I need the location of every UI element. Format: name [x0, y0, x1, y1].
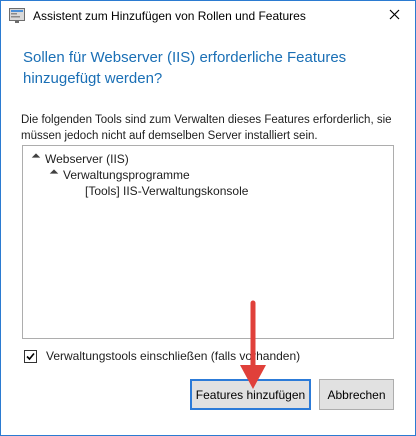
checkmark-icon	[26, 352, 35, 360]
tree-item-label: Verwaltungsprogramme	[63, 168, 190, 182]
dialog-window: Assistent zum Hinzufügen von Rollen und …	[0, 0, 416, 436]
features-tree[interactable]: Webserver (IIS) Verwaltungsprogramme [To…	[22, 145, 394, 339]
title-bar: Assistent zum Hinzufügen von Rollen und …	[1, 1, 415, 31]
expanded-triangle-icon[interactable]	[49, 169, 59, 178]
tree-item-label: [Tools] IIS-Verwaltungskonsole	[85, 184, 249, 198]
cancel-button[interactable]: Abbrechen	[319, 379, 394, 410]
dialog-description: Die folgenden Tools sind zum Verwalten d…	[21, 114, 392, 142]
dialog-heading: Sollen für Webserver (IIS) erforderliche…	[23, 49, 347, 87]
server-manager-icon	[9, 8, 25, 23]
close-button[interactable]	[381, 5, 407, 27]
include-tools-checkbox[interactable]	[24, 349, 37, 363]
tree-item-verwaltungsprogramme[interactable]: Verwaltungsprogramme	[49, 168, 190, 182]
tree-item-iis-console[interactable]: [Tools] IIS-Verwaltungskonsole	[85, 184, 248, 198]
tree-item-label: Webserver (IIS)	[45, 152, 129, 166]
expanded-triangle-icon[interactable]	[31, 153, 41, 162]
add-features-button[interactable]: Features hinzufügen	[190, 379, 311, 410]
close-icon	[389, 9, 400, 23]
tree-item-webserver[interactable]: Webserver (IIS)	[31, 152, 129, 166]
window-title: Assistent zum Hinzufügen von Rollen und …	[33, 9, 306, 23]
include-tools-checkbox-row[interactable]: Verwaltungstools einschließen (falls vor…	[24, 349, 300, 363]
include-tools-label: Verwaltungstools einschließen (falls vor…	[46, 349, 301, 363]
